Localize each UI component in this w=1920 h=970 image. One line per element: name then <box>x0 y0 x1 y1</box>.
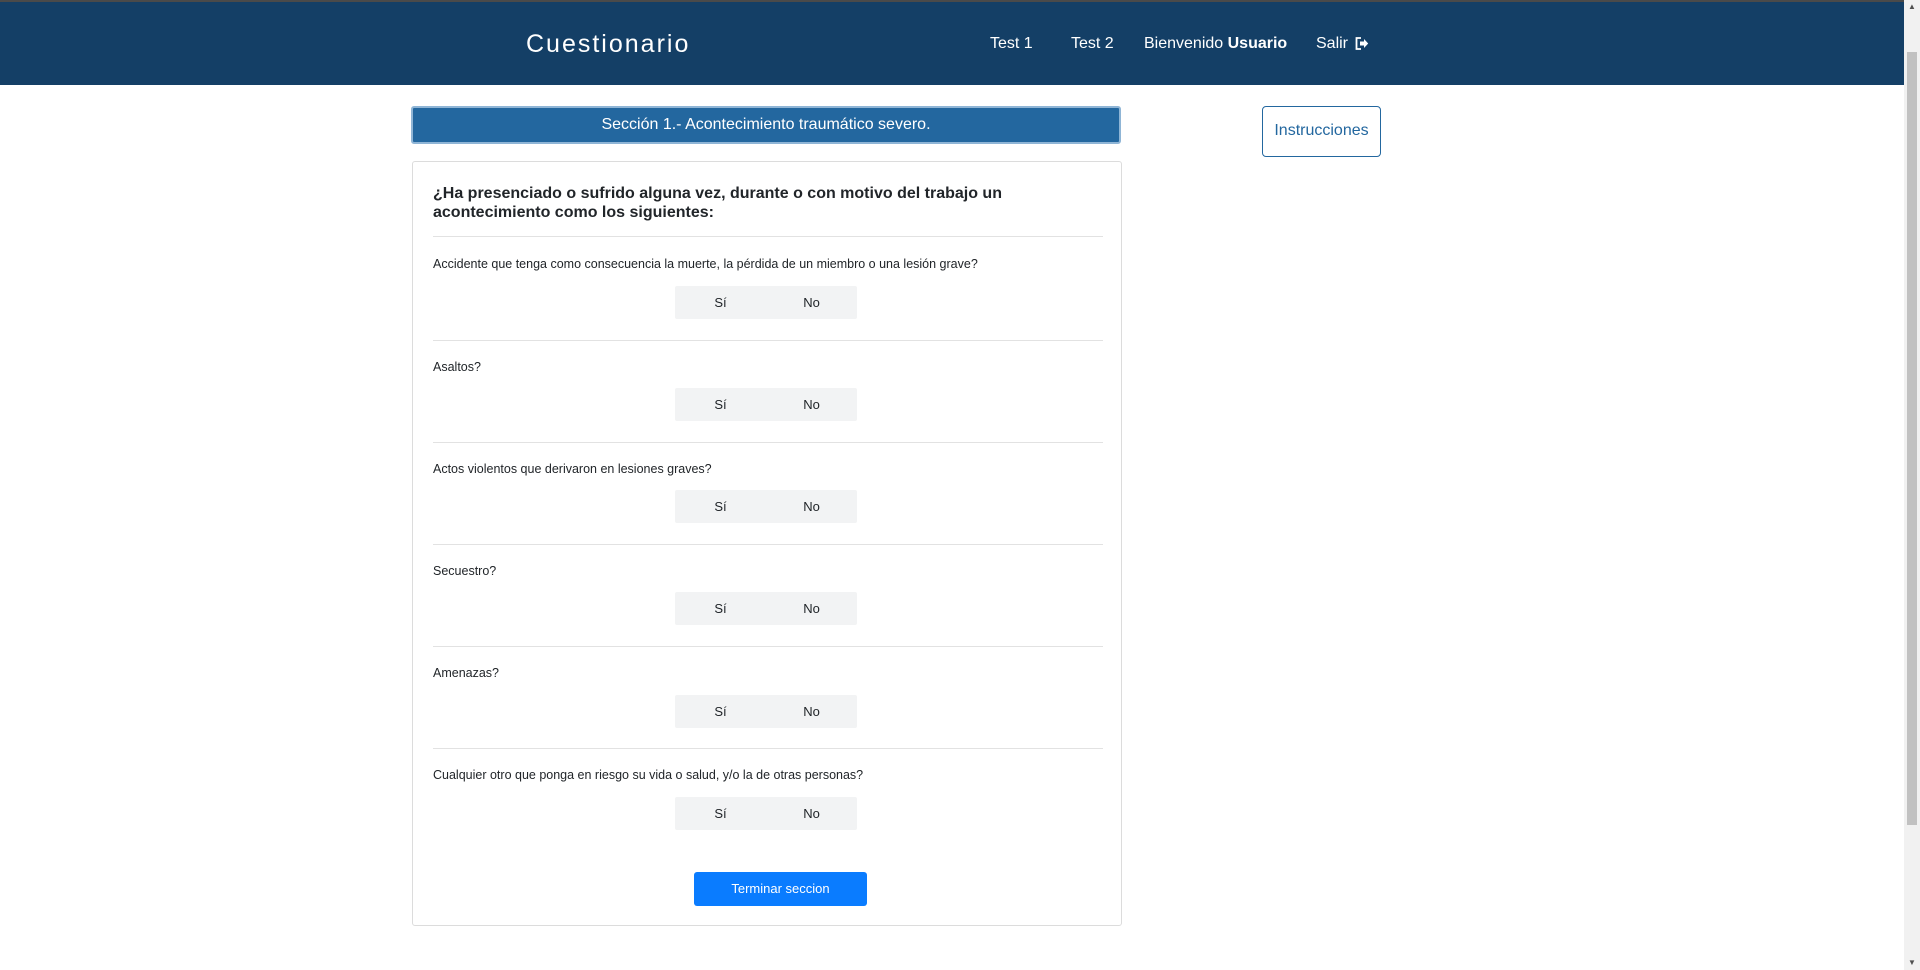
welcome-username: Usuario <box>1227 35 1288 52</box>
brand-title[interactable]: Cuestionario <box>526 30 690 59</box>
answer-yes-button[interactable]: Sí <box>675 797 766 830</box>
vertical-scrollbar[interactable]: ▲ ▼ <box>1904 0 1920 970</box>
nav-link-test2[interactable]: Test 2 <box>1071 35 1114 53</box>
answer-group: Sí No <box>675 388 857 421</box>
nav-link-test1[interactable]: Test 1 <box>990 35 1033 53</box>
question-text: Amenazas? <box>433 666 500 680</box>
instructions-button[interactable]: Instrucciones <box>1262 106 1381 157</box>
sign-out-icon <box>1355 37 1369 55</box>
answer-group: Sí No <box>675 490 857 523</box>
divider <box>433 340 1103 341</box>
section-header: Sección 1.- Acontecimiento traumático se… <box>411 106 1121 144</box>
divider <box>433 544 1103 545</box>
answer-yes-button[interactable]: Sí <box>675 592 766 625</box>
answer-group: Sí No <box>675 286 857 319</box>
welcome-prefix: Bienvenido <box>1144 35 1224 52</box>
answer-no-button[interactable]: No <box>766 490 857 523</box>
divider <box>433 442 1103 443</box>
question-text: Accidente que tenga como consecuencia la… <box>433 257 978 271</box>
welcome-text: Bienvenido Usuario <box>1144 35 1287 53</box>
scroll-down-arrow-icon[interactable]: ▼ <box>1904 956 1920 970</box>
answer-group: Sí No <box>675 797 857 830</box>
logout-link[interactable]: Salir <box>1316 35 1369 55</box>
question-text: Secuestro? <box>433 564 497 578</box>
answer-no-button[interactable]: No <box>766 797 857 830</box>
divider <box>433 748 1103 749</box>
divider <box>433 236 1103 237</box>
answer-no-button[interactable]: No <box>766 286 857 319</box>
scroll-up-arrow-icon[interactable]: ▲ <box>1904 0 1920 14</box>
answer-yes-button[interactable]: Sí <box>675 490 766 523</box>
finish-section-button[interactable]: Terminar seccion <box>694 872 867 906</box>
answer-group: Sí No <box>675 695 857 728</box>
answer-no-button[interactable]: No <box>766 695 857 728</box>
answer-no-button[interactable]: No <box>766 388 857 421</box>
answer-no-button[interactable]: No <box>766 592 857 625</box>
questionnaire-prompt: ¿Ha presenciado o sufrido alguna vez, du… <box>433 185 1002 221</box>
question-text: Actos violentos que derivaron en lesione… <box>433 462 712 476</box>
question-text: Asaltos? <box>433 360 481 374</box>
question-text: Cualquier otro que ponga en riesgo su vi… <box>433 768 864 782</box>
answer-yes-button[interactable]: Sí <box>675 695 766 728</box>
navbar: Cuestionario Test 1 Test 2 Bienvenido Us… <box>0 2 1904 85</box>
logout-label: Salir <box>1316 35 1349 52</box>
answer-yes-button[interactable]: Sí <box>675 388 766 421</box>
questionnaire-card: ¿Ha presenciado o sufrido alguna vez, du… <box>412 161 1122 926</box>
scrollbar-thumb[interactable] <box>1907 52 1917 825</box>
answer-yes-button[interactable]: Sí <box>675 286 766 319</box>
divider <box>433 646 1103 647</box>
answer-group: Sí No <box>675 592 857 625</box>
